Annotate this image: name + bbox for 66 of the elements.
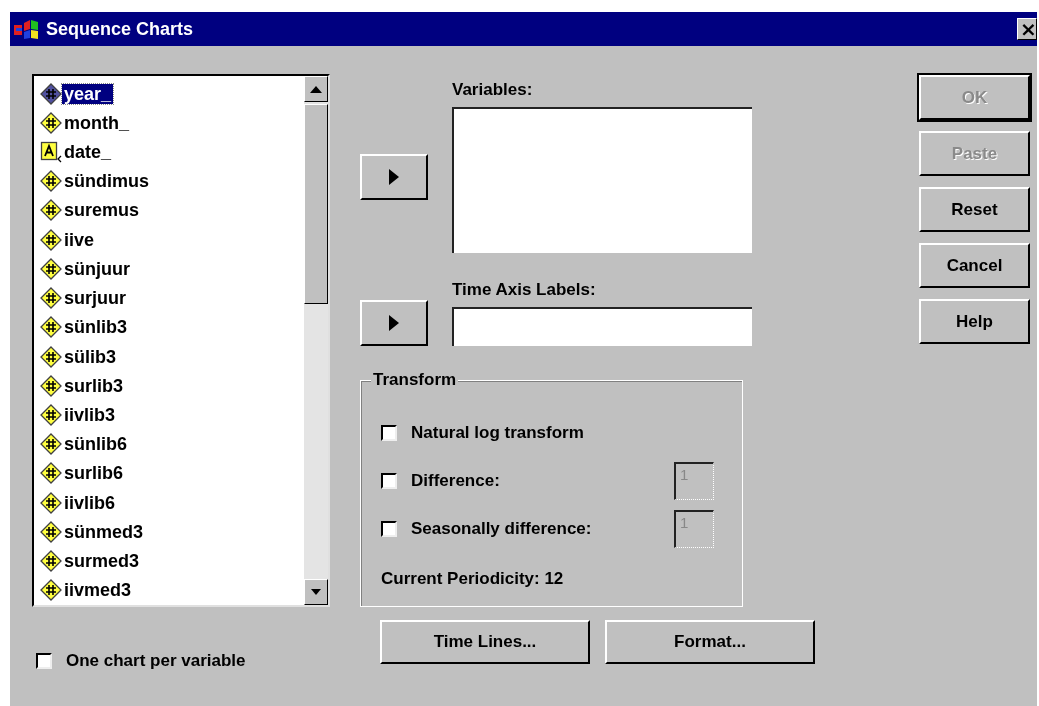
close-button[interactable]: × bbox=[1017, 18, 1037, 40]
variable-item[interactable]: iivmed3 bbox=[62, 580, 134, 601]
down-arrow-icon bbox=[311, 589, 321, 595]
numeric-variable-icon bbox=[40, 433, 62, 456]
variable-list[interactable]: year_ month_ date_ sündimus suremus iive sünjuur surjuur sünlib3 sülib3 surlib3 iivlib3 sünlib6 surlib6 iivlib6 sünmed3 surmed3 iivmed3 bbox=[32, 74, 330, 607]
numeric-variable-icon bbox=[40, 520, 62, 543]
variable-item[interactable]: sülib3 bbox=[62, 346, 118, 367]
variable-item[interactable]: iivlib6 bbox=[62, 492, 118, 513]
dialog-button[interactable]: Help bbox=[919, 299, 1030, 344]
scroll-down-button[interactable] bbox=[304, 579, 328, 605]
variable-item[interactable]: surlib3 bbox=[62, 375, 126, 396]
dialog-button[interactable]: Cancel bbox=[919, 243, 1030, 288]
periodicity-text: Current Periodicity: 12 bbox=[381, 569, 565, 589]
variable-item[interactable]: sünlib3 bbox=[62, 317, 129, 338]
numeric-variable-icon bbox=[40, 462, 62, 485]
window-title: Sequence Charts bbox=[46, 18, 195, 40]
numeric-variable-icon bbox=[40, 170, 62, 193]
checkbox-label: One chart per variable bbox=[66, 651, 246, 671]
numeric-variable-icon bbox=[40, 404, 62, 426]
right-arrow-icon bbox=[389, 315, 399, 331]
variable-item[interactable]: iive bbox=[62, 229, 97, 250]
variable-item[interactable]: iivlib3 bbox=[62, 405, 118, 425]
variable-item[interactable]: suremus bbox=[62, 200, 142, 221]
scrollbar[interactable] bbox=[304, 76, 328, 605]
numeric-variable-icon bbox=[40, 345, 62, 368]
numeric-variable-icon bbox=[40, 287, 62, 310]
variable-item[interactable]: surjuur bbox=[62, 288, 128, 309]
variable-item[interactable]: surlib6 bbox=[62, 463, 126, 484]
numeric-variable-icon bbox=[40, 82, 62, 105]
app-icon bbox=[14, 19, 40, 39]
variable-item[interactable]: year_ bbox=[62, 83, 114, 104]
right-arrow-icon bbox=[389, 168, 399, 185]
scroll-up-button[interactable] bbox=[304, 76, 328, 102]
numeric-variable-icon bbox=[40, 550, 62, 573]
checkbox-label: Seasonally difference: bbox=[411, 519, 592, 539]
dialog-button[interactable]: Reset bbox=[919, 187, 1030, 232]
checkbox-label: Difference: bbox=[411, 471, 500, 491]
dialog-button[interactable]: Time Lines... bbox=[380, 620, 590, 664]
field-label: Variables: bbox=[452, 80, 534, 100]
numeric-variable-icon bbox=[40, 228, 62, 251]
numeric-variable-icon bbox=[40, 257, 62, 280]
variables-list-box[interactable] bbox=[452, 107, 752, 253]
variable-item[interactable]: surmed3 bbox=[62, 551, 142, 572]
scroll-thumb[interactable] bbox=[304, 104, 328, 304]
variable-item[interactable]: sünjuur bbox=[62, 258, 132, 279]
variable-item[interactable]: month_ bbox=[62, 112, 131, 133]
dialog-button[interactable]: Format... bbox=[605, 620, 815, 664]
numeric-variable-icon bbox=[40, 111, 62, 134]
move-right-button[interactable] bbox=[360, 300, 428, 346]
variable-item[interactable]: date_ bbox=[62, 142, 114, 163]
variable-item[interactable]: sünlib6 bbox=[62, 434, 129, 455]
numeric-variable-icon bbox=[40, 316, 62, 339]
variable-item[interactable]: sünmed3 bbox=[62, 521, 146, 542]
string-variable-icon bbox=[40, 141, 62, 164]
variable-item[interactable]: sündimus bbox=[62, 171, 151, 192]
up-arrow-icon bbox=[310, 85, 322, 93]
numeric-variable-icon bbox=[40, 199, 62, 222]
checkbox[interactable] bbox=[36, 653, 52, 669]
checkbox-label: Natural log transform bbox=[411, 423, 584, 443]
numeric-variable-icon bbox=[40, 579, 62, 602]
field-label: Time Axis Labels: bbox=[452, 280, 597, 300]
time-axis-field[interactable] bbox=[452, 306, 752, 346]
move-right-button[interactable] bbox=[360, 153, 428, 200]
numeric-variable-icon bbox=[40, 374, 62, 397]
checkbox[interactable] bbox=[381, 425, 397, 441]
numeric-variable-icon bbox=[40, 491, 62, 514]
